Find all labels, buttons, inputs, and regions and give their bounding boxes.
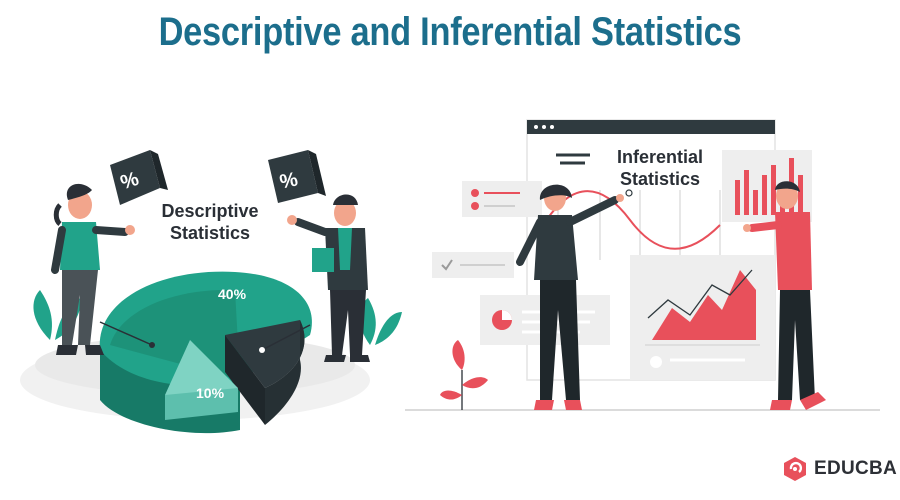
brand-name: EDUCBA bbox=[814, 458, 898, 479]
illustration bbox=[20, 119, 880, 434]
list-card bbox=[432, 252, 514, 278]
descriptive-label-line2: Statistics bbox=[169, 223, 251, 243]
list-card bbox=[462, 181, 542, 217]
descriptive-label: Descriptive Statistics bbox=[150, 200, 270, 244]
pie-chart-icon bbox=[99, 271, 312, 434]
inferential-label-line2: Statistics bbox=[619, 169, 701, 189]
inferential-label-line1: Inferential bbox=[616, 147, 704, 167]
descriptive-label-line1: Descriptive bbox=[161, 201, 259, 221]
plant-icon bbox=[440, 340, 488, 410]
educba-logo-icon bbox=[784, 457, 806, 481]
bar-chart-icon bbox=[722, 150, 812, 222]
brand-logo[interactable]: EDUCBA bbox=[782, 455, 897, 483]
inferential-label: Inferential Statistics bbox=[600, 146, 720, 190]
pie-slice-percent: 10% bbox=[196, 385, 225, 401]
plant-icon bbox=[359, 298, 402, 345]
line-chart-icon bbox=[630, 255, 775, 380]
pie-top-percent: 40% bbox=[218, 286, 247, 302]
